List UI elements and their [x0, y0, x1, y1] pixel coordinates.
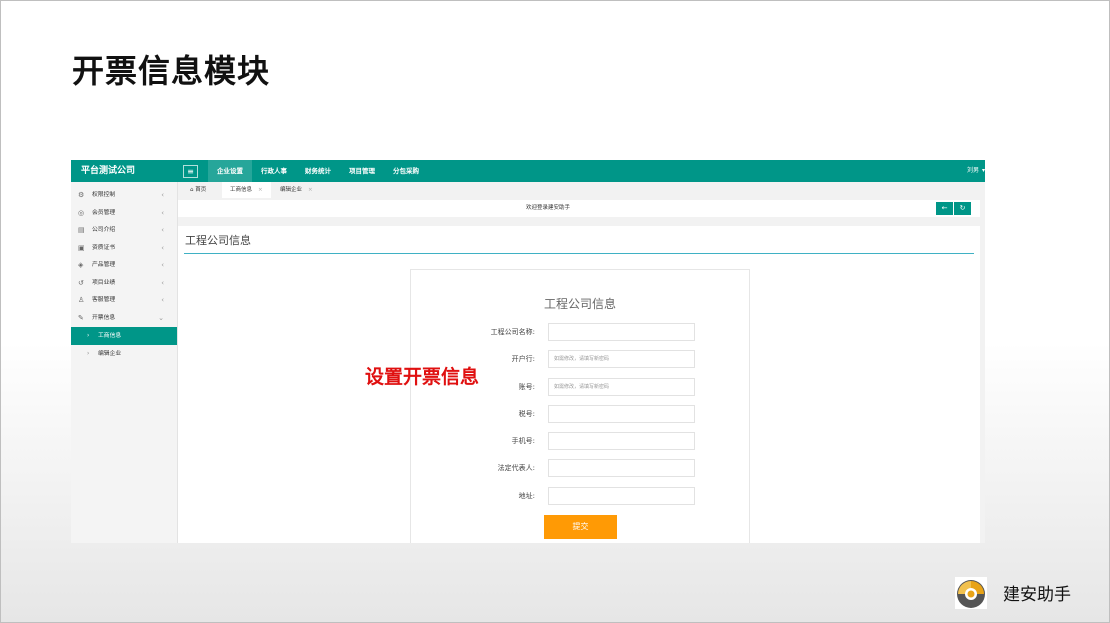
nav-item-projects[interactable]: 项目管理 — [340, 160, 384, 182]
chevron-left-icon: ‹ — [161, 208, 164, 217]
user-name: 刘男 — [966, 167, 979, 174]
form-row-company-name: 工程公司名称: — [411, 323, 749, 341]
sidebar-item-invoice-info[interactable]: ✎ 开票信息 ⌄ — [71, 310, 177, 328]
welcome-bar: 欢迎登录建安助手 ← ↻ — [178, 200, 980, 217]
chevron-right-icon: › — [87, 333, 90, 339]
chevron-down-icon: ▾ — [981, 167, 985, 174]
company-name-input[interactable] — [548, 323, 695, 341]
logo-icon — [955, 577, 987, 609]
field-label: 工程公司名称: — [490, 328, 535, 336]
toolbar-buttons: ← ↻ — [935, 202, 971, 215]
tab-bar: ⌂ 首页 工商信息 × 编辑企业 × — [178, 182, 985, 198]
field-label: 手机号: — [511, 437, 535, 445]
nav-item-enterprise-settings[interactable]: 企业设置 — [208, 160, 252, 182]
gear-icon: ⚙ — [78, 191, 85, 199]
chevron-left-icon: ‹ — [161, 261, 164, 269]
bank-input[interactable]: 如需修改，请填写新密码 — [548, 350, 695, 368]
close-icon[interactable]: × — [258, 187, 263, 193]
user-circle-icon: ◎ — [78, 208, 85, 217]
account-input[interactable]: 如需修改，请填写新密码 — [548, 378, 695, 396]
chevron-left-icon: ‹ — [161, 296, 164, 304]
form-row-phone: 手机号: — [411, 432, 749, 450]
sidebar-item-label: 资质证书 — [92, 244, 116, 251]
main-content: 工程公司信息 工程公司信息 工程公司名称: 开户行: 如需修改，请填写新密码 账… — [178, 226, 980, 543]
section-title: 工程公司信息 — [185, 234, 251, 247]
sidebar-item-label: 权限控制 — [92, 192, 116, 198]
sidebar: ⚙ 权限控制 ‹ ◎ 会员管理 ‹ ▤ 公司介绍 ‹ ▣ 资质证书 ‹ ◈ 产品管理 ‹ ↺ 项目业绩… — [71, 182, 178, 543]
tab-label: 首页 — [195, 187, 207, 193]
annotation-text: 设置开票信息 — [365, 366, 480, 388]
sidebar-subitem-label: 工商信息 — [98, 333, 122, 339]
hamburger-icon[interactable]: ≡ — [183, 165, 198, 178]
sidebar-subitem-business-info[interactable]: › 工商信息 — [71, 327, 177, 345]
form-card: 工程公司信息 工程公司名称: 开户行: 如需修改，请填写新密码 账号: 如需修改… — [410, 269, 750, 543]
nav-item-finance[interactable]: 财务统计 — [296, 160, 340, 182]
field-label: 税号: — [518, 410, 535, 418]
welcome-text: 欢迎登录建安助手 — [525, 205, 570, 211]
tax-id-input[interactable] — [548, 405, 695, 423]
nav-item-hr[interactable]: 行政人事 — [252, 160, 296, 182]
sidebar-item-label: 开票信息 — [92, 314, 116, 321]
sidebar-item-label: 公司介绍 — [92, 227, 116, 233]
sidebar-item-label: 会员管理 — [92, 209, 116, 216]
submit-button[interactable]: 提交 — [544, 515, 617, 539]
tab-edit-enterprise[interactable]: 编辑企业 × — [272, 182, 321, 198]
brand-name: 平台测试公司 — [81, 166, 136, 176]
chevron-left-icon: ‹ — [161, 243, 164, 252]
sidebar-item-label: 产品管理 — [92, 262, 116, 268]
close-icon[interactable]: × — [308, 187, 313, 193]
form-row-legal-rep: 法定代表人: — [411, 459, 749, 477]
sidebar-item-customer-service[interactable]: ♙ 客服管理 ‹ — [71, 292, 177, 310]
image-icon: ▣ — [78, 243, 85, 252]
legal-rep-input[interactable] — [548, 459, 695, 477]
sidebar-item-certificates[interactable]: ▣ 资质证书 ‹ — [71, 240, 177, 258]
chevron-left-icon: ‹ — [161, 191, 164, 199]
sidebar-subitem-edit-enterprise[interactable]: › 编辑企业 — [71, 345, 177, 363]
refresh-icon[interactable]: ↻ — [954, 202, 971, 215]
field-label: 法定代表人: — [497, 464, 535, 472]
chevron-down-icon: ⌄ — [158, 313, 164, 322]
person-icon: ♙ — [78, 296, 85, 304]
logo-text: 建安助手 — [1003, 585, 1071, 605]
phone-input[interactable] — [548, 432, 695, 450]
document-icon: ▤ — [78, 226, 85, 234]
sidebar-item-products[interactable]: ◈ 产品管理 ‹ — [71, 257, 177, 275]
top-nav: 企业设置 行政人事 财务统计 项目管理 分包采购 — [208, 160, 428, 182]
app-screenshot: 平台测试公司 ≡ 企业设置 行政人事 财务统计 项目管理 分包采购 刘男 ▾ ⚙ 权… — [71, 160, 985, 543]
nav-item-procurement[interactable]: 分包采购 — [384, 160, 428, 182]
section-divider — [184, 253, 974, 254]
top-nav-bar: 平台测试公司 ≡ 企业设置 行政人事 财务统计 项目管理 分包采购 刘男 ▾ — [71, 160, 985, 182]
chevron-left-icon: ‹ — [161, 226, 164, 234]
user-menu[interactable]: 刘男 ▾ — [967, 160, 985, 182]
form-row-tax-id: 税号: — [411, 405, 749, 423]
sidebar-item-company-intro[interactable]: ▤ 公司介绍 ‹ — [71, 222, 177, 240]
sidebar-item-permissions[interactable]: ⚙ 权限控制 ‹ — [71, 187, 177, 205]
sidebar-item-members[interactable]: ◎ 会员管理 ‹ — [71, 205, 177, 223]
chevron-right-icon: › — [87, 351, 90, 357]
field-label: 开户行: — [511, 355, 535, 363]
cube-icon: ◈ — [78, 261, 84, 269]
sidebar-item-label: 项目业绩 — [92, 279, 116, 286]
slide-title: 开票信息模块 — [72, 52, 271, 90]
tab-home[interactable]: ⌂ 首页 — [182, 182, 214, 198]
form-title: 工程公司信息 — [543, 297, 616, 311]
field-label: 地址: — [518, 492, 535, 500]
tab-label: 编辑企业 — [280, 187, 303, 193]
form-row-address: 地址: — [411, 487, 749, 505]
tab-label: 工商信息 — [230, 187, 253, 193]
field-label: 账号: — [518, 383, 535, 391]
tab-business-info[interactable]: 工商信息 × — [222, 182, 271, 198]
sidebar-item-label: 客服管理 — [92, 297, 116, 303]
sidebar-subitem-label: 编辑企业 — [98, 351, 122, 357]
chevron-left-icon: ‹ — [161, 278, 164, 287]
sidebar-item-project-performance[interactable]: ↺ 项目业绩 ‹ — [71, 275, 177, 293]
address-input[interactable] — [548, 487, 695, 505]
back-arrow-icon[interactable]: ← — [936, 202, 953, 215]
history-icon: ↺ — [78, 278, 84, 287]
edit-icon: ✎ — [78, 313, 84, 322]
